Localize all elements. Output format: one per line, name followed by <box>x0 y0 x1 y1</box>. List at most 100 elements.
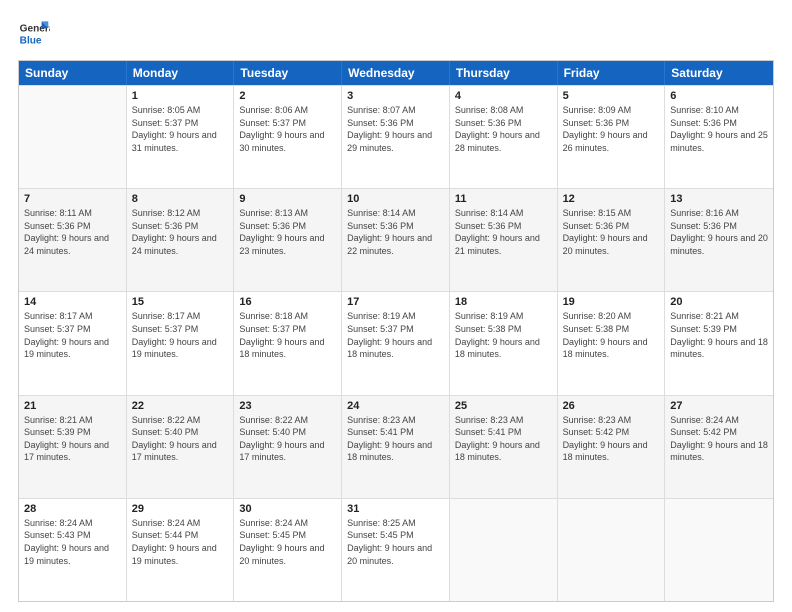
day-number: 23 <box>239 400 336 412</box>
calendar-cell: 15 Sunrise: 8:17 AM Sunset: 5:37 PM Dayli… <box>127 292 235 394</box>
day-info: Sunrise: 8:20 AM Sunset: 5:38 PM Dayligh… <box>563 310 660 360</box>
day-info: Sunrise: 8:12 AM Sunset: 5:36 PM Dayligh… <box>132 207 229 257</box>
calendar-cell: 10 Sunrise: 8:14 AM Sunset: 5:36 PM Dayli… <box>342 189 450 291</box>
weekday-header: Saturday <box>665 61 773 85</box>
day-number: 6 <box>670 90 768 102</box>
day-number: 5 <box>563 90 660 102</box>
day-info: Sunrise: 8:15 AM Sunset: 5:36 PM Dayligh… <box>563 207 660 257</box>
day-info: Sunrise: 8:21 AM Sunset: 5:39 PM Dayligh… <box>670 310 768 360</box>
day-number: 17 <box>347 296 444 308</box>
calendar-cell: 16 Sunrise: 8:18 AM Sunset: 5:37 PM Dayli… <box>234 292 342 394</box>
weekday-header: Monday <box>127 61 235 85</box>
day-info: Sunrise: 8:11 AM Sunset: 5:36 PM Dayligh… <box>24 207 121 257</box>
calendar-cell <box>665 499 773 601</box>
day-number: 13 <box>670 193 768 205</box>
calendar-row: 21 Sunrise: 8:21 AM Sunset: 5:39 PM Dayli… <box>19 395 773 498</box>
day-info: Sunrise: 8:24 AM Sunset: 5:42 PM Dayligh… <box>670 414 768 464</box>
day-number: 2 <box>239 90 336 102</box>
day-info: Sunrise: 8:25 AM Sunset: 5:45 PM Dayligh… <box>347 517 444 567</box>
calendar-cell <box>558 499 666 601</box>
day-info: Sunrise: 8:22 AM Sunset: 5:40 PM Dayligh… <box>239 414 336 464</box>
day-info: Sunrise: 8:24 AM Sunset: 5:45 PM Dayligh… <box>239 517 336 567</box>
day-number: 3 <box>347 90 444 102</box>
day-number: 25 <box>455 400 552 412</box>
calendar-cell: 27 Sunrise: 8:24 AM Sunset: 5:42 PM Dayli… <box>665 396 773 498</box>
day-info: Sunrise: 8:24 AM Sunset: 5:43 PM Dayligh… <box>24 517 121 567</box>
day-number: 19 <box>563 296 660 308</box>
day-info: Sunrise: 8:08 AM Sunset: 5:36 PM Dayligh… <box>455 104 552 154</box>
calendar-cell: 31Sunrise: 8:25 AM Sunset: 5:45 PM Dayli… <box>342 499 450 601</box>
day-info: Sunrise: 8:17 AM Sunset: 5:37 PM Dayligh… <box>132 310 229 360</box>
day-number: 12 <box>563 193 660 205</box>
calendar-cell: 4Sunrise: 8:08 AM Sunset: 5:36 PM Daylig… <box>450 86 558 188</box>
calendar-cell: 28 Sunrise: 8:24 AM Sunset: 5:43 PM Dayli… <box>19 499 127 601</box>
day-info: Sunrise: 8:18 AM Sunset: 5:37 PM Dayligh… <box>239 310 336 360</box>
calendar-row: 7 Sunrise: 8:11 AM Sunset: 5:36 PM Daylig… <box>19 188 773 291</box>
calendar: SundayMondayTuesdayWednesdayThursdayFrid… <box>18 60 774 602</box>
day-number: 18 <box>455 296 552 308</box>
day-info: Sunrise: 8:19 AM Sunset: 5:37 PM Dayligh… <box>347 310 444 360</box>
logo-icon: General Blue <box>18 18 50 50</box>
weekday-header: Thursday <box>450 61 558 85</box>
calendar-cell: 2Sunrise: 8:06 AM Sunset: 5:37 PM Daylig… <box>234 86 342 188</box>
day-number: 8 <box>132 193 229 205</box>
calendar-cell: 17 Sunrise: 8:19 AM Sunset: 5:37 PM Dayli… <box>342 292 450 394</box>
day-info: Sunrise: 8:23 AM Sunset: 5:41 PM Dayligh… <box>455 414 552 464</box>
calendar-cell: 13Sunrise: 8:16 AM Sunset: 5:36 PM Dayli… <box>665 189 773 291</box>
day-info: Sunrise: 8:13 AM Sunset: 5:36 PM Dayligh… <box>239 207 336 257</box>
calendar-cell: 3 Sunrise: 8:07 AM Sunset: 5:36 PM Daylig… <box>342 86 450 188</box>
calendar-cell: 6 Sunrise: 8:10 AM Sunset: 5:36 PM Daylig… <box>665 86 773 188</box>
calendar-cell: 23 Sunrise: 8:22 AM Sunset: 5:40 PM Dayli… <box>234 396 342 498</box>
day-number: 10 <box>347 193 444 205</box>
day-number: 14 <box>24 296 121 308</box>
calendar-cell: 25 Sunrise: 8:23 AM Sunset: 5:41 PM Dayli… <box>450 396 558 498</box>
day-info: Sunrise: 8:24 AM Sunset: 5:44 PM Dayligh… <box>132 517 229 567</box>
day-number: 21 <box>24 400 121 412</box>
calendar-cell: 19 Sunrise: 8:20 AM Sunset: 5:38 PM Dayli… <box>558 292 666 394</box>
logo: General Blue <box>18 18 50 50</box>
day-info: Sunrise: 8:05 AM Sunset: 5:37 PM Dayligh… <box>132 104 229 154</box>
day-info: Sunrise: 8:21 AM Sunset: 5:39 PM Dayligh… <box>24 414 121 464</box>
calendar-cell: 5Sunrise: 8:09 AM Sunset: 5:36 PM Daylig… <box>558 86 666 188</box>
day-number: 22 <box>132 400 229 412</box>
day-number: 7 <box>24 193 121 205</box>
day-info: Sunrise: 8:10 AM Sunset: 5:36 PM Dayligh… <box>670 104 768 154</box>
day-info: Sunrise: 8:07 AM Sunset: 5:36 PM Dayligh… <box>347 104 444 154</box>
day-number: 15 <box>132 296 229 308</box>
day-number: 30 <box>239 503 336 515</box>
day-number: 1 <box>132 90 229 102</box>
weekday-header: Sunday <box>19 61 127 85</box>
calendar-cell: 8 Sunrise: 8:12 AM Sunset: 5:36 PM Daylig… <box>127 189 235 291</box>
calendar-cell: 26Sunrise: 8:23 AM Sunset: 5:42 PM Dayli… <box>558 396 666 498</box>
calendar-cell: 1 Sunrise: 8:05 AM Sunset: 5:37 PM Daylig… <box>127 86 235 188</box>
day-info: Sunrise: 8:17 AM Sunset: 5:37 PM Dayligh… <box>24 310 121 360</box>
calendar-cell: 24Sunrise: 8:23 AM Sunset: 5:41 PM Dayli… <box>342 396 450 498</box>
day-info: Sunrise: 8:19 AM Sunset: 5:38 PM Dayligh… <box>455 310 552 360</box>
calendar-cell: 7 Sunrise: 8:11 AM Sunset: 5:36 PM Daylig… <box>19 189 127 291</box>
weekday-header: Tuesday <box>234 61 342 85</box>
calendar-cell: 9 Sunrise: 8:13 AM Sunset: 5:36 PM Daylig… <box>234 189 342 291</box>
page: General Blue SundayMondayTuesdayWednesda… <box>0 0 792 612</box>
calendar-cell: 20 Sunrise: 8:21 AM Sunset: 5:39 PM Dayli… <box>665 292 773 394</box>
svg-text:Blue: Blue <box>20 35 42 46</box>
day-info: Sunrise: 8:23 AM Sunset: 5:42 PM Dayligh… <box>563 414 660 464</box>
day-number: 11 <box>455 193 552 205</box>
day-number: 27 <box>670 400 768 412</box>
day-number: 29 <box>132 503 229 515</box>
day-number: 20 <box>670 296 768 308</box>
day-info: Sunrise: 8:23 AM Sunset: 5:41 PM Dayligh… <box>347 414 444 464</box>
calendar-cell: 11 Sunrise: 8:14 AM Sunset: 5:36 PM Dayli… <box>450 189 558 291</box>
calendar-body: 1 Sunrise: 8:05 AM Sunset: 5:37 PM Daylig… <box>19 85 773 601</box>
calendar-row: 28 Sunrise: 8:24 AM Sunset: 5:43 PM Dayli… <box>19 498 773 601</box>
day-info: Sunrise: 8:14 AM Sunset: 5:36 PM Dayligh… <box>455 207 552 257</box>
day-number: 28 <box>24 503 121 515</box>
day-info: Sunrise: 8:14 AM Sunset: 5:36 PM Dayligh… <box>347 207 444 257</box>
day-number: 9 <box>239 193 336 205</box>
weekday-header: Friday <box>558 61 666 85</box>
calendar-header: SundayMondayTuesdayWednesdayThursdayFrid… <box>19 61 773 85</box>
calendar-cell: 21 Sunrise: 8:21 AM Sunset: 5:39 PM Dayli… <box>19 396 127 498</box>
calendar-cell <box>19 86 127 188</box>
day-number: 16 <box>239 296 336 308</box>
weekday-header: Wednesday <box>342 61 450 85</box>
calendar-cell: 14 Sunrise: 8:17 AM Sunset: 5:37 PM Dayli… <box>19 292 127 394</box>
